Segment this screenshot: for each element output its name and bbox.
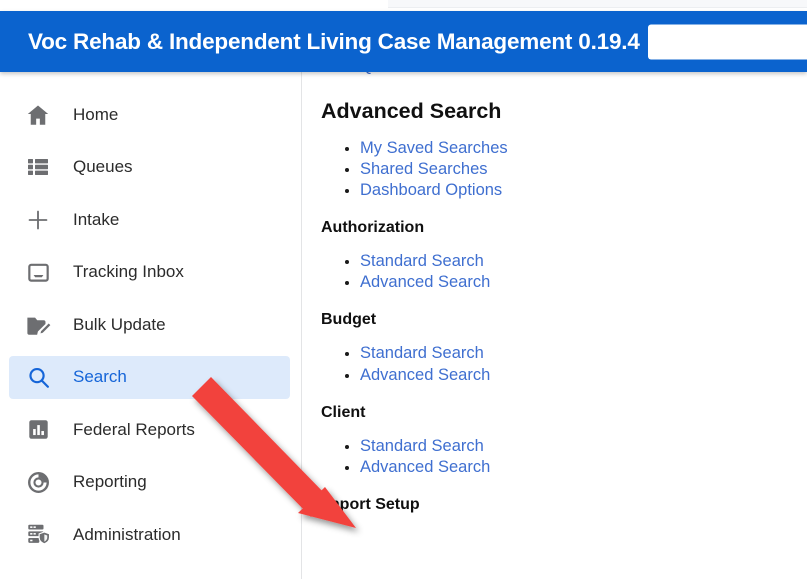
content-link[interactable]: Standard Search: [360, 344, 484, 362]
donut-chart-icon: [23, 467, 53, 497]
content-link[interactable]: Standard Search: [360, 437, 484, 455]
plus-icon: [23, 205, 53, 235]
content-link[interactable]: Quick Search: [360, 72, 459, 75]
global-search-input[interactable]: [648, 24, 807, 59]
sidebar-item-label: Administration: [73, 524, 181, 544]
sidebar-item-label: Tracking Inbox: [73, 262, 184, 281]
application-window: Voc Rehab & Independent Living Case Mana…: [0, 0, 807, 579]
sidebar-item-queues[interactable]: Queues: [9, 146, 290, 189]
sidebar-item-label: Bulk Update: [73, 314, 166, 334]
home-icon: [23, 100, 53, 130]
content-link[interactable]: Dashboard Options: [360, 181, 502, 199]
content-link[interactable]: Advanced Search: [360, 458, 490, 476]
list-item: Advanced Search: [360, 365, 807, 386]
sidebar-item-reporting[interactable]: Reporting: [9, 461, 290, 504]
link-list: My Saved Searches Shared Searches Dashboar…: [303, 138, 807, 201]
sidebar-item-intake[interactable]: Intake: [9, 198, 290, 241]
folder-edit-icon: [23, 310, 53, 340]
sidebar-item-federal-reports[interactable]: Federal Reports: [9, 408, 290, 451]
search-icon: [23, 362, 53, 392]
section-heading: Import Setup: [321, 495, 420, 513]
link-list: Standard Search Advanced Search: [303, 251, 807, 293]
sidebar-item-label: Federal Reports: [73, 419, 195, 439]
browser-page-edge: [388, 0, 807, 8]
section-heading: Budget: [321, 311, 377, 329]
section-heading: Authorization: [321, 219, 425, 237]
app-header-bar: Voc Rehab & Independent Living Case Mana…: [0, 11, 807, 72]
content-link[interactable]: Advanced Search: [360, 273, 490, 291]
content-link[interactable]: Advanced Search: [360, 366, 490, 384]
sidebar-item-label: Home: [73, 104, 119, 124]
list-item: Advanced Search: [360, 457, 807, 478]
list-item: Standard Search: [360, 251, 807, 272]
section-heading: Client: [321, 403, 366, 421]
sidebar-item-home[interactable]: Home: [9, 93, 290, 136]
app-title: Voc Rehab & Independent Living Case Mana…: [28, 28, 640, 54]
sidebar-item-search[interactable]: Search: [9, 355, 290, 399]
sidebar-navigation: Home Queues Intake Tracking Inbox Bulk Updat…: [0, 72, 302, 579]
sidebar-item-bulk-update[interactable]: Bulk Update: [9, 303, 290, 346]
content-link[interactable]: Shared Searches: [360, 160, 488, 178]
sidebar-item-administration[interactable]: Administration: [9, 513, 290, 556]
list-icon: [23, 152, 53, 182]
main-content-panel: Quick Search Advanced Search My Saved Sear…: [303, 72, 807, 579]
list-item: Dashboard Options: [360, 180, 807, 201]
page-top-edge: [0, 0, 807, 11]
list-item: Shared Searches: [360, 159, 807, 180]
list-item: My Saved Searches: [360, 138, 807, 159]
link-list: Standard Search Advanced Search: [303, 343, 807, 385]
sidebar-item-label: Intake: [73, 209, 120, 229]
sidebar-item-label: Search: [73, 367, 127, 386]
content-link[interactable]: Standard Search: [360, 252, 484, 270]
section-heading: Advanced Search: [321, 99, 502, 124]
content-link[interactable]: My Saved Searches: [360, 139, 508, 157]
list-item: Standard Search: [360, 343, 807, 364]
server-shield-icon: [23, 520, 53, 550]
list-item: Standard Search: [360, 436, 807, 457]
sidebar-item-label: Reporting: [73, 472, 147, 491]
sidebar-item-tracking-inbox[interactable]: Tracking Inbox: [9, 251, 290, 294]
inbox-icon: [23, 257, 53, 287]
list-item: Advanced Search: [360, 272, 807, 293]
sidebar-item-label: Queues: [73, 157, 133, 176]
bar-chart-icon: [23, 415, 53, 445]
link-list: Standard Search Advanced Search: [303, 436, 807, 478]
